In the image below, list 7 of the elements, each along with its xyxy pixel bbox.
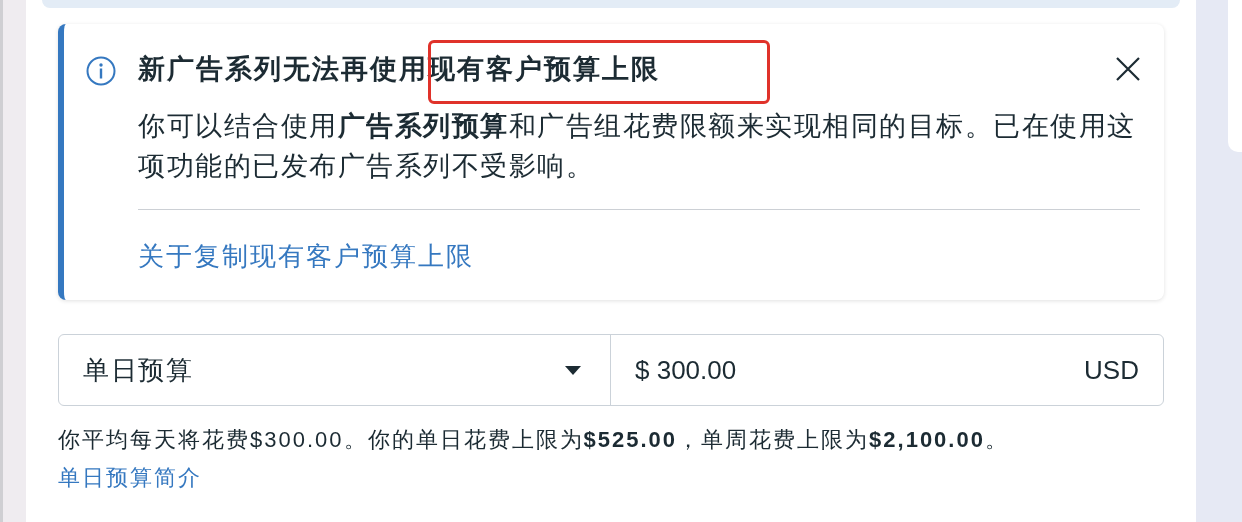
budget-summary: 你平均每天将花费$300.00。你的单日花费上限为$525.00，单周花费上限为$2,100.00。 (58, 426, 1010, 454)
close-button[interactable] (1116, 57, 1140, 81)
info-icon (86, 56, 116, 86)
notice-text: 你可以结合使用广告系列预算和广告组花费限额来实现相同的目标。已在使用这项功能的已发布广告系列不受影响。 (138, 110, 1137, 183)
close-icon (1116, 57, 1140, 81)
notice-link[interactable]: 关于复制现有客户预算上限 (138, 239, 474, 274)
help-link[interactable]: 单日预算简介 (58, 463, 202, 493)
